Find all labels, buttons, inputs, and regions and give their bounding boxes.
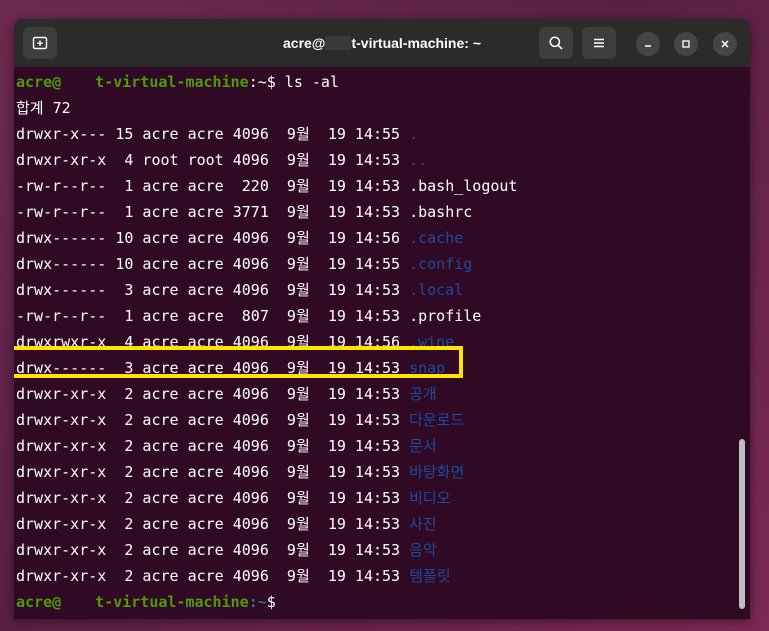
- list-item: drwxr-xr-x 4 root root 4096 9월 19 14:53 …: [16, 147, 427, 173]
- file-name: .config: [409, 255, 473, 273]
- list-item: drwxr-xr-x 2 acre acre 4096 9월 19 14:53 …: [16, 433, 437, 459]
- list-item: drwxr-xr-x 2 acre acre 4096 9월 19 14:53 …: [16, 563, 451, 589]
- file-info: drwx------ 10 acre acre 4096 9월 19 14:56: [16, 229, 410, 247]
- file-name: .local: [409, 281, 464, 299]
- file-info: drwxr-x--- 15 acre acre 4096 9월 19 14:55: [16, 125, 410, 143]
- terminal-output[interactable]: acre@ t-virtual-machine:~$ ls -al 합계 72 d…: [14, 67, 740, 619]
- redacted-hostname: [61, 73, 95, 87]
- prompt-user: acre@: [16, 73, 62, 91]
- list-item: drwx------ 10 acre acre 4096 9월 19 14:55…: [16, 251, 472, 277]
- search-button[interactable]: [539, 27, 573, 59]
- scrollbar-thumb[interactable]: [739, 439, 745, 609]
- command-text: ls -al: [275, 73, 339, 91]
- file-info: drwxr-xr-x 2 acre acre 4096 9월 19 14:53: [16, 489, 410, 507]
- file-name: 템플릿: [409, 567, 451, 585]
- file-info: -rw-r--r-- 1 acre acre 807 9월 19 14:53: [16, 307, 410, 325]
- prompt-path: :~: [248, 73, 267, 91]
- prompt-path: :~: [248, 593, 267, 611]
- list-item: drwx------ 10 acre acre 4096 9월 19 14:56…: [16, 225, 463, 251]
- redacted-hostname: [61, 593, 95, 607]
- file-name: 비디오: [409, 489, 451, 507]
- prompt-sign: $: [266, 593, 276, 611]
- prompt-user: acre@: [16, 593, 62, 611]
- file-info: drwx------ 10 acre acre 4096 9월 19 14:55: [16, 255, 410, 273]
- file-name: ..: [409, 151, 428, 169]
- list-item: drwxr-xr-x 2 acre acre 4096 9월 19 14:53 …: [16, 485, 451, 511]
- file-info: drwxr-xr-x 2 acre acre 4096 9월 19 14:53: [16, 463, 410, 481]
- list-item: drwxr-xr-x 2 acre acre 4096 9월 19 14:53 …: [16, 381, 437, 407]
- file-info: drwxr-xr-x 2 acre acre 4096 9월 19 14:53: [16, 515, 410, 533]
- file-name: .bashrc: [409, 203, 473, 221]
- close-button[interactable]: [713, 32, 737, 56]
- file-info: drwx------ 3 acre acre 4096 9월 19 14:53: [16, 281, 410, 299]
- list-item: drwx------ 3 acre acre 4096 9월 19 14:53 …: [16, 277, 463, 303]
- new-tab-button[interactable]: [23, 27, 57, 59]
- file-info: -rw-r--r-- 1 acre acre 220 9월 19 14:53: [16, 177, 410, 195]
- list-item: -rw-r--r-- 1 acre acre 807 9월 19 14:53 .…: [16, 303, 481, 329]
- file-info: drwxr-xr-x 2 acre acre 4096 9월 19 14:53: [16, 437, 410, 455]
- file-info: drwxr-xr-x 2 acre acre 4096 9월 19 14:53: [16, 541, 410, 559]
- file-info: drwxr-xr-x 2 acre acre 4096 9월 19 14:53: [16, 411, 410, 429]
- file-info: drwxr-xr-x 2 acre acre 4096 9월 19 14:53: [16, 567, 410, 585]
- prompt-host: t-virtual-machine: [95, 73, 249, 91]
- menu-button[interactable]: [582, 27, 616, 59]
- file-name: 다운로드: [409, 411, 465, 429]
- new-tab-icon: [32, 36, 48, 50]
- file-name: 문서: [409, 437, 437, 455]
- terminal-window: acre@ t-virtual-machine: ~ acre@ t-virtu…: [14, 19, 750, 619]
- file-name: .profile: [409, 307, 482, 325]
- file-info: drwxr-xr-x 2 acre acre 4096 9월 19 14:53: [16, 385, 410, 403]
- window-title-host: t-virtual-machine: ~: [351, 35, 481, 51]
- file-name: .: [409, 125, 419, 143]
- list-item: drwxr-x--- 15 acre acre 4096 9월 19 14:55…: [16, 121, 418, 147]
- file-name: 사진: [409, 515, 437, 533]
- hamburger-menu-icon: [594, 38, 604, 48]
- file-name: 공개: [409, 385, 437, 403]
- search-icon: [549, 36, 563, 50]
- file-name: 바탕화면: [409, 463, 465, 481]
- file-info: -rw-r--r-- 1 acre acre 3771 9월 19 14:53: [16, 203, 410, 221]
- list-item: -rw-r--r-- 1 acre acre 220 9월 19 14:53 .…: [16, 173, 517, 199]
- prompt-line-current[interactable]: acre@ t-virtual-machine:~$: [16, 589, 276, 615]
- file-info: drwxr-xr-x 4 root root 4096 9월 19 14:53: [16, 151, 410, 169]
- maximize-icon: [682, 40, 690, 48]
- list-item: drwxr-xr-x 2 acre acre 4096 9월 19 14:53 …: [16, 511, 437, 537]
- title-bar: acre@ t-virtual-machine: ~: [14, 19, 750, 67]
- prompt-line: acre@ t-virtual-machine:~$ ls -al: [16, 69, 339, 95]
- maximize-button[interactable]: [674, 32, 698, 56]
- highlight-box: [14, 346, 463, 378]
- list-item: -rw-r--r-- 1 acre acre 3771 9월 19 14:53 …: [16, 199, 472, 225]
- list-item: drwxr-xr-x 2 acre acre 4096 9월 19 14:53 …: [16, 537, 437, 563]
- close-icon: [721, 40, 729, 48]
- file-name: .cache: [409, 229, 464, 247]
- total-line: 합계 72: [16, 99, 71, 117]
- prompt-sign: $: [266, 73, 276, 91]
- minimize-icon: [645, 45, 651, 47]
- file-name: .bash_logout: [409, 177, 518, 195]
- list-item: drwxr-xr-x 2 acre acre 4096 9월 19 14:53 …: [16, 407, 464, 433]
- redacted-hostname: [325, 36, 352, 50]
- list-item: drwxr-xr-x 2 acre acre 4096 9월 19 14:53 …: [16, 459, 464, 485]
- window-title-user: acre@: [283, 35, 326, 51]
- minimize-button[interactable]: [636, 32, 660, 56]
- file-name: 음악: [409, 541, 437, 559]
- prompt-host: t-virtual-machine: [95, 593, 249, 611]
